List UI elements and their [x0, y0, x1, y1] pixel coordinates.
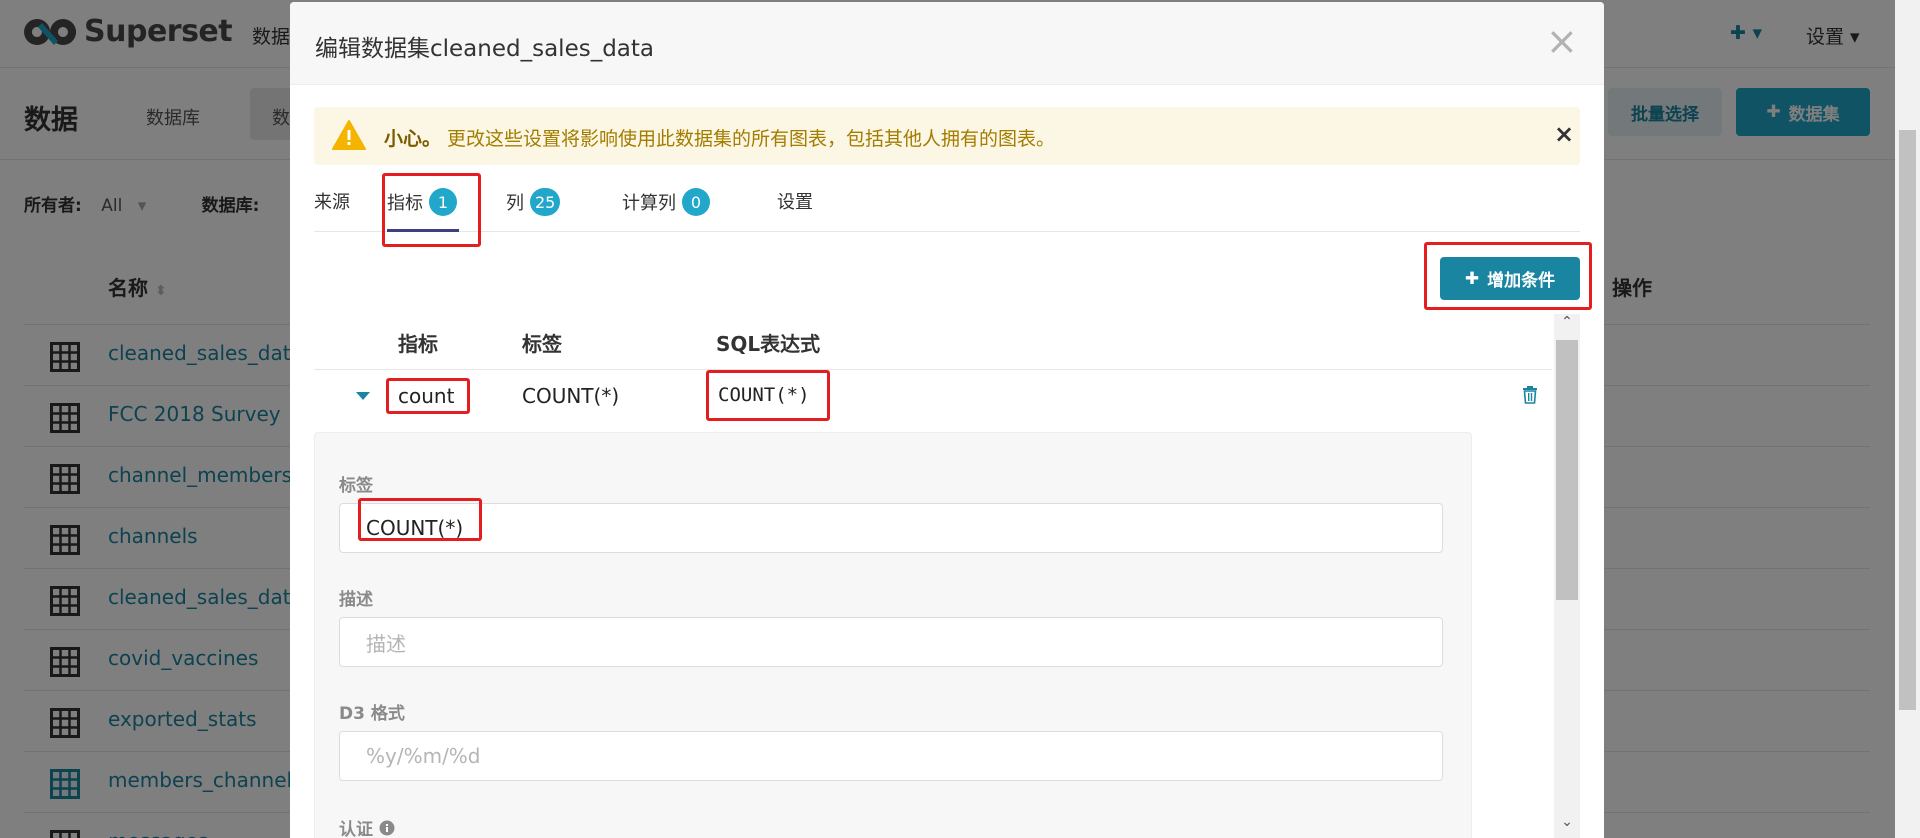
close-icon[interactable]: ×	[1546, 22, 1578, 60]
tab-columns[interactable]: 列 25	[506, 188, 561, 216]
trash-icon[interactable]	[1522, 386, 1538, 404]
label-field-title: 标签	[339, 476, 373, 496]
description-field-title: 描述	[339, 590, 373, 610]
tab-source[interactable]: 来源	[314, 188, 350, 214]
page-scrollbar[interactable]	[1895, 0, 1920, 838]
highlight-box-sql	[706, 370, 830, 421]
scroll-down-icon[interactable]: ⌄	[1556, 814, 1578, 830]
metric-label-cell[interactable]: COUNT(*)	[522, 384, 619, 408]
highlight-box-metric-name	[386, 378, 470, 414]
expand-caret-icon[interactable]	[356, 392, 370, 400]
edit-dataset-modal: 编辑数据集cleaned_sales_data × 小心。 更改这些设置将影响使用…	[290, 2, 1604, 838]
certification-label: 认证	[339, 820, 373, 838]
modal-header: 编辑数据集cleaned_sales_data ×	[290, 2, 1604, 85]
scroll-up-icon[interactable]: ⌃	[1556, 314, 1578, 330]
tab-settings[interactable]: 设置	[777, 188, 813, 214]
column-header-label: 标签	[522, 332, 562, 356]
page-scrollbar-thumb[interactable]	[1899, 130, 1916, 710]
table-scrollbar-thumb[interactable]	[1556, 340, 1578, 600]
metric-detail-panel: 标签 COUNT(*) 描述 描述 D3 格式 %y/%m/%d 认证	[314, 432, 1472, 838]
warning-icon	[332, 120, 366, 150]
column-header-metric: 指标	[398, 332, 438, 356]
tab-calculated-columns[interactable]: 计算列 0	[622, 188, 710, 216]
modal-tabs: 来源 指标 1 列 25 计算列 0 设置	[314, 174, 1580, 232]
alert-message: 小心。 更改这些设置将影响使用此数据集的所有图表，包括其他人拥有的图表。	[384, 124, 1055, 151]
certification-field-title: 认证	[339, 815, 395, 838]
warning-alert: 小心。 更改这些设置将影响使用此数据集的所有图表，包括其他人拥有的图表。 ×	[314, 107, 1580, 165]
calculated-columns-count-badge: 0	[682, 188, 710, 216]
modal-title: 编辑数据集cleaned_sales_data	[315, 36, 655, 62]
column-header-sql: SQL表达式	[716, 332, 821, 356]
alert-text: 更改这些设置将影响使用此数据集的所有图表，包括其他人拥有的图表。	[447, 128, 1056, 150]
d3-format-input[interactable]: %y/%m/%d	[339, 731, 1443, 781]
highlight-box-metrics-tab	[382, 173, 481, 247]
highlight-box-label-input	[358, 498, 482, 541]
alert-close-icon[interactable]: ×	[1554, 120, 1574, 148]
info-icon[interactable]	[379, 820, 395, 836]
columns-count-badge: 25	[530, 188, 561, 216]
label-input[interactable]: COUNT(*)	[339, 503, 1443, 553]
table-header-divider	[314, 369, 1552, 370]
d3-format-field-title: D3 格式	[339, 704, 405, 724]
description-input[interactable]: 描述	[339, 617, 1443, 667]
alert-strong: 小心。	[384, 128, 442, 150]
highlight-box-add-button	[1424, 242, 1592, 310]
